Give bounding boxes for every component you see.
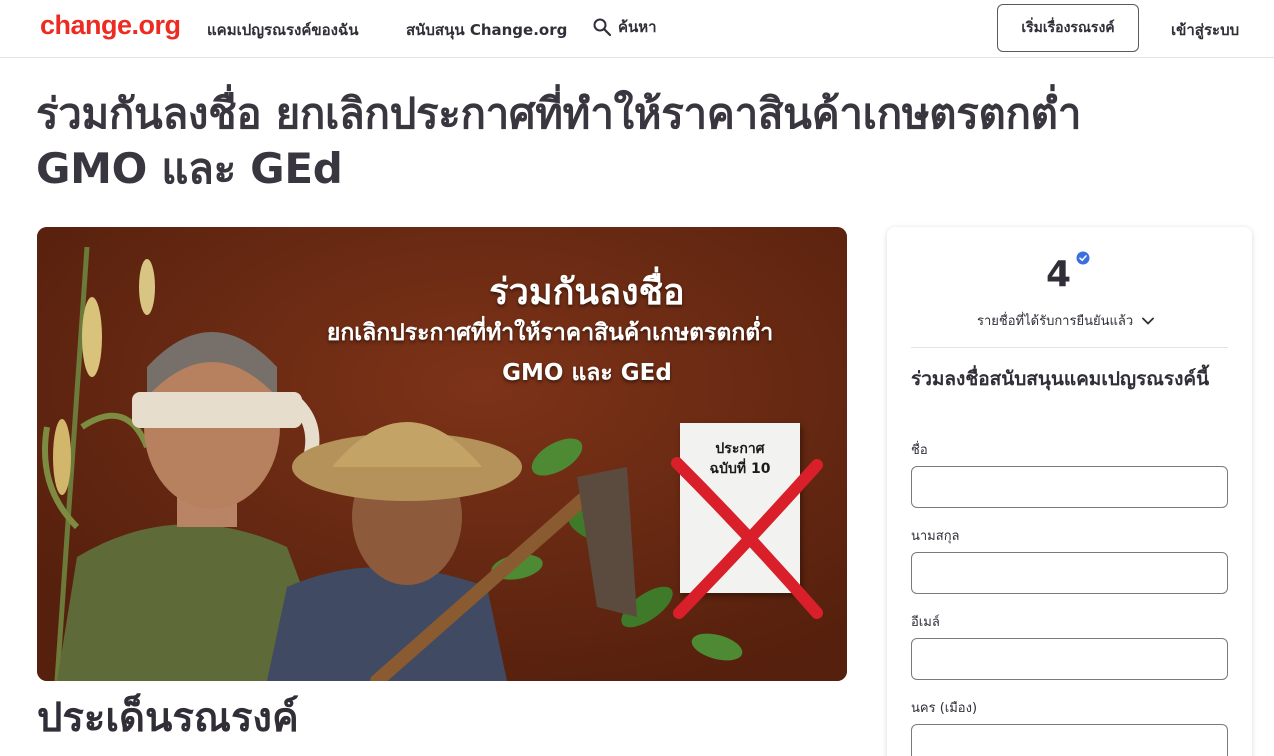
signature-count: 4 [1046, 254, 1072, 295]
last-name-field[interactable] [911, 552, 1228, 594]
petition-hero-image: ร่วมกันลงชื่อ ยกเลิกประกาศที่ทำให้ราคาสิ… [37, 227, 847, 681]
first-name-label: ชื่อ [911, 443, 928, 458]
petition-title: ร่วมกันลงชื่อ ยกเลิกประกาศที่ทำให้ราคาสิ… [36, 89, 1082, 193]
first-name-field[interactable] [911, 466, 1228, 508]
hero-headline: ร่วมกันลงชื่อ [489, 272, 685, 313]
hero-tagline: GMO และ GEd [502, 360, 672, 386]
email-label: อีเมล์ [911, 615, 940, 630]
city-field[interactable] [911, 724, 1228, 756]
verified-signatures-label: รายชื่อที่ได้รับการยืนยันแล้ว [977, 314, 1134, 329]
start-petition-button[interactable]: เริ่มเรื่องรณรงค์ [997, 4, 1139, 52]
hero-subheadline: ยกเลิกประกาศที่ทำให้ราคาสินค้าเกษตรตกต่ำ [326, 320, 774, 346]
last-name-label: นามสกุล [911, 529, 960, 544]
nav-support-link[interactable]: สนับสนุน Change.org [406, 18, 567, 42]
city-label: นคร (เมือง) [911, 701, 978, 716]
top-navigation: change.org แคมเปญรณรงค์ของฉัน สนับสนุน C… [0, 0, 1274, 58]
verified-check-icon [1076, 251, 1090, 265]
login-link[interactable]: เข้าสู่ระบบ [1171, 18, 1239, 42]
card-divider [911, 347, 1228, 348]
nav-search-label: ค้นหา [618, 18, 657, 36]
chevron-down-icon [1142, 317, 1155, 325]
verified-signatures-toggle[interactable]: รายชื่อที่ได้รับการยืนยันแล้ว [977, 310, 1155, 331]
sign-form-title: ร่วมลงชื่อสนับสนุนแคมเปญรณรงค์นี้ [911, 368, 1210, 390]
nav-search-link[interactable]: ค้นหา [592, 15, 657, 39]
nav-my-campaigns-link[interactable]: แคมเปญรณรงค์ของฉัน [207, 18, 358, 42]
search-icon [593, 18, 612, 37]
change-org-logo[interactable]: change.org [40, 10, 181, 41]
red-cross-mark [671, 457, 823, 619]
section-heading: ประเด็นรณรงค์ [37, 695, 299, 741]
email-field[interactable] [911, 638, 1228, 680]
